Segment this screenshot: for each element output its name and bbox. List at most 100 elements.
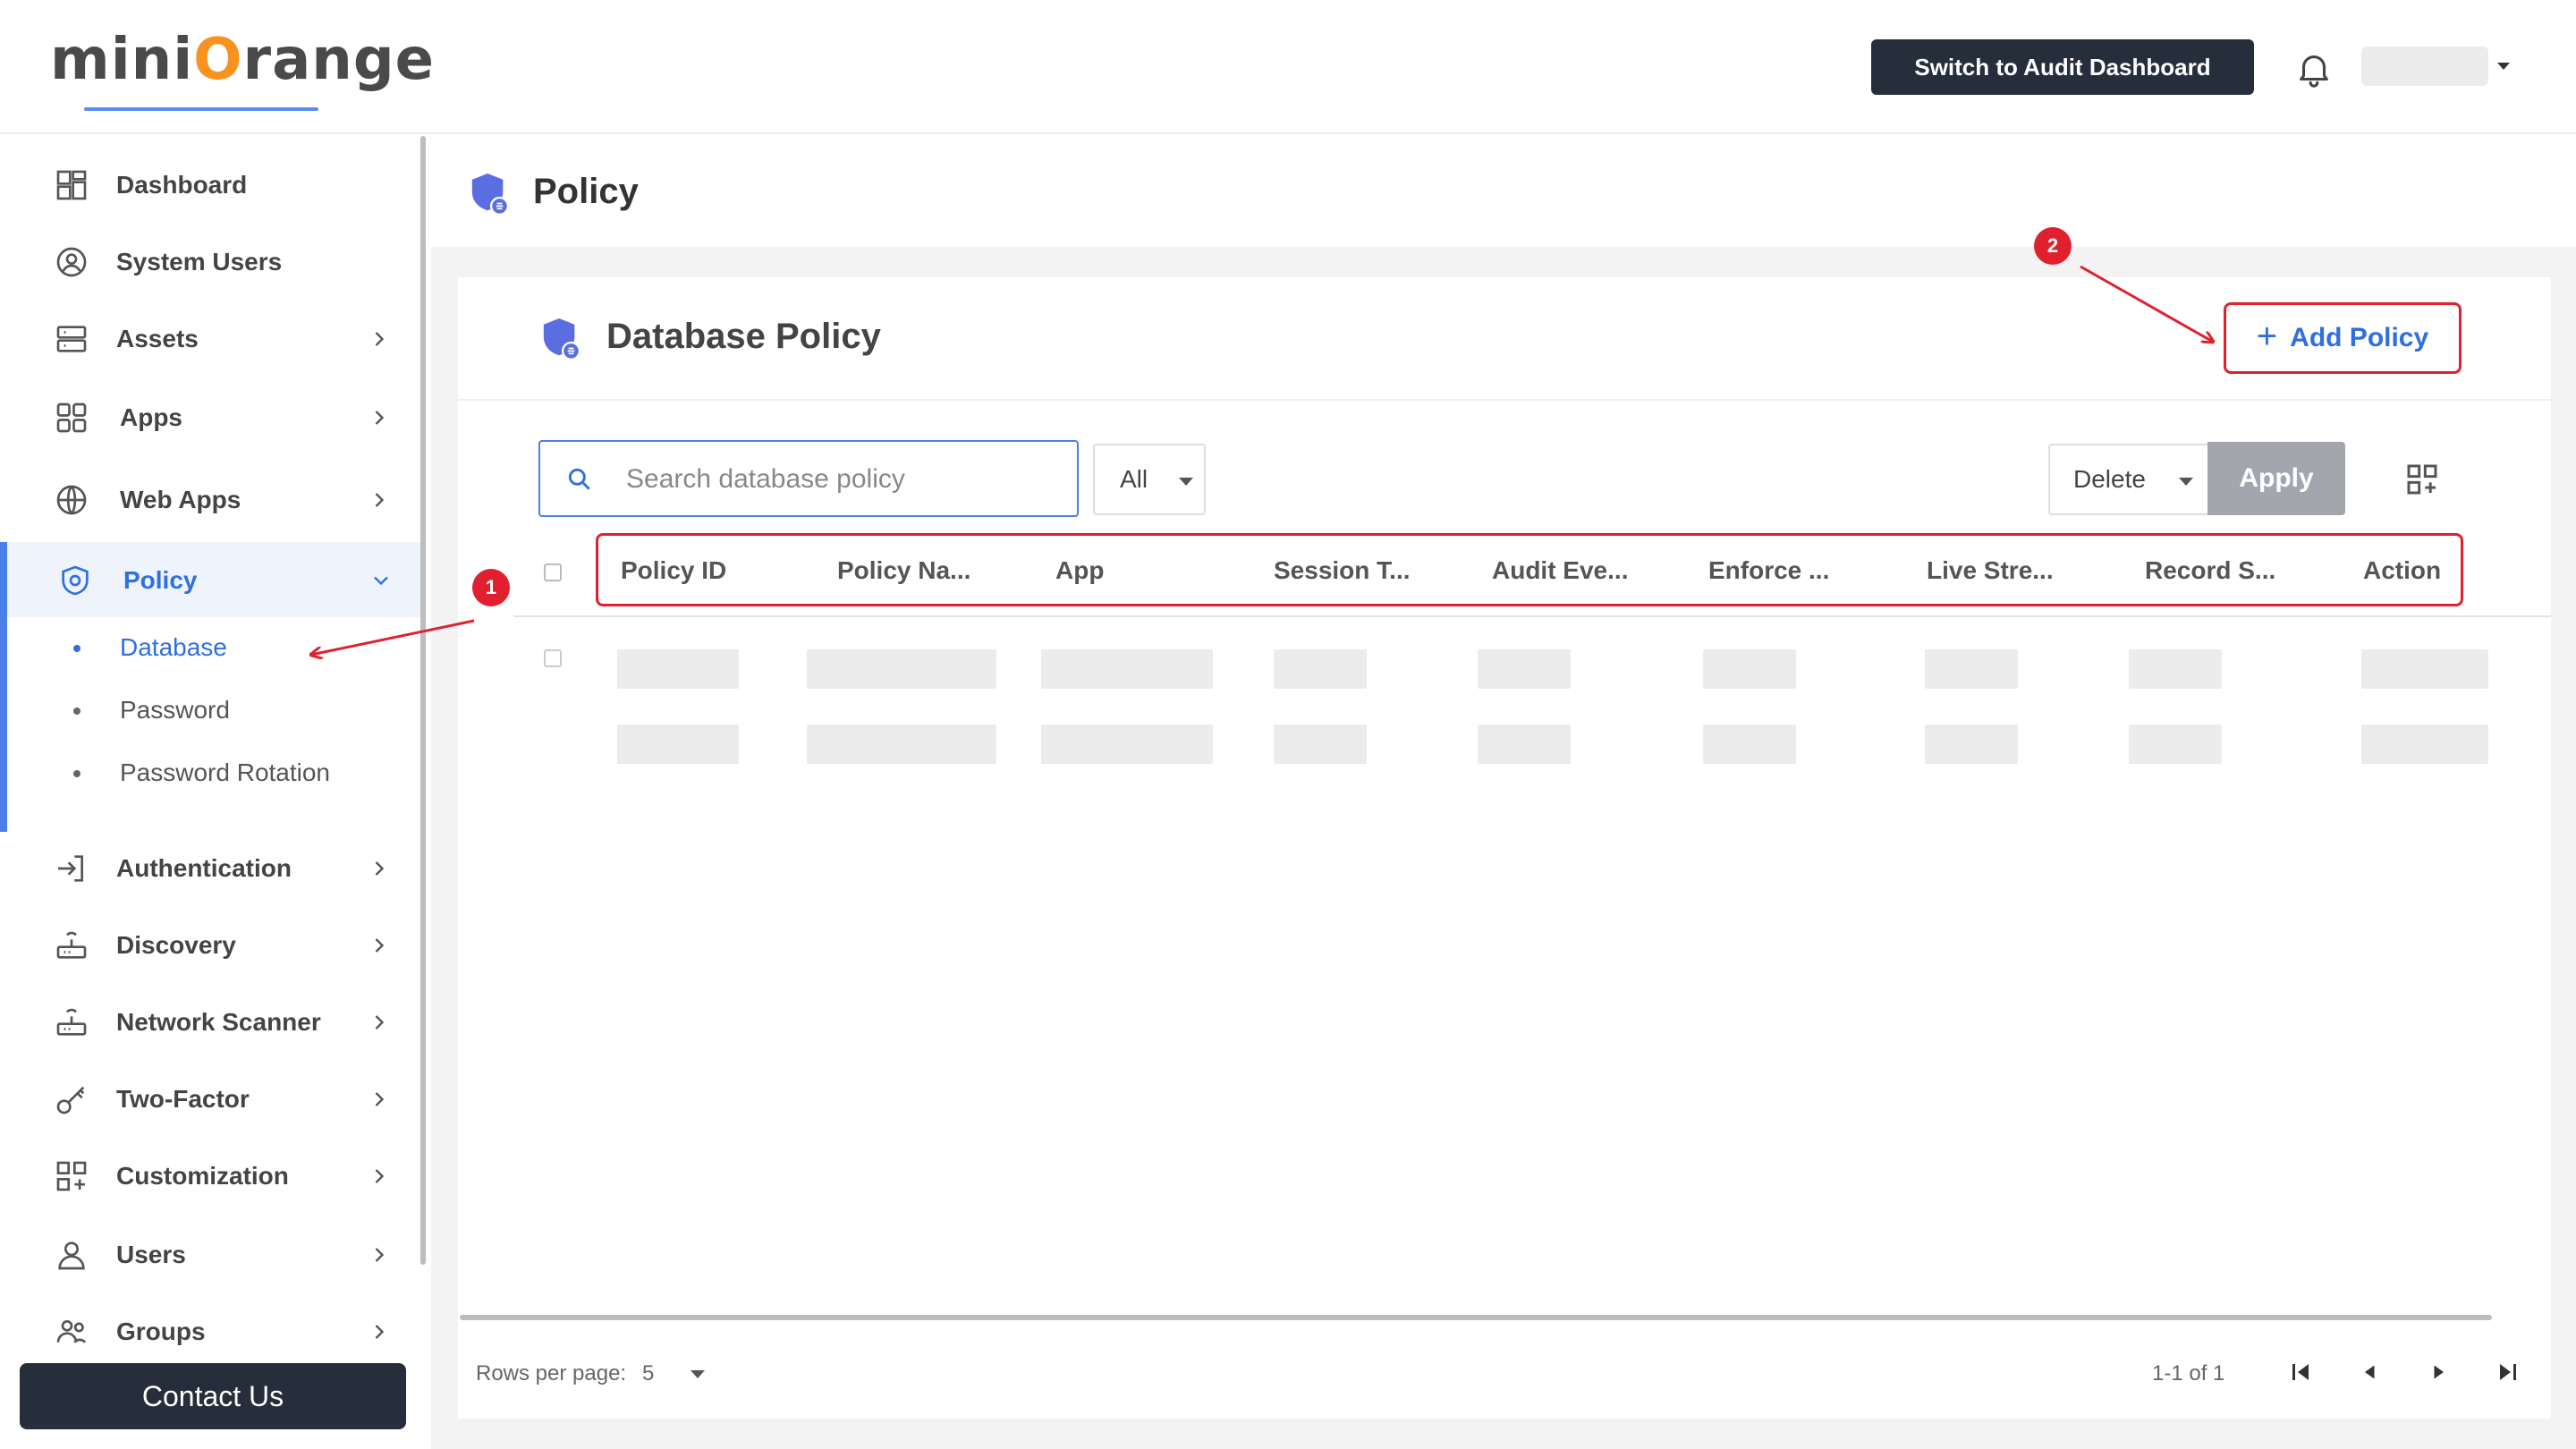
add-policy-label: Add Policy [2290, 323, 2429, 352]
contact-us-button[interactable]: Contact Us [20, 1363, 406, 1429]
redacted-cell [1274, 649, 1367, 689]
sidebar-item-label: Groups [116, 1318, 206, 1345]
redacted-cell [1478, 649, 1571, 689]
select-all-checkbox[interactable] [544, 564, 562, 581]
redacted-cell [807, 724, 996, 764]
chevron-right-icon [375, 332, 385, 346]
sidebar-item-apps[interactable]: Apps [0, 379, 420, 456]
sidebar-item-label: Users [116, 1241, 186, 1268]
card-title: Database Policy [606, 317, 881, 356]
sidebar-item-label: Dashboard [116, 171, 248, 199]
sidebar-item-network-scanner[interactable]: Network Scanner [0, 984, 420, 1061]
shield-icon [62, 565, 89, 596]
column-header-record-session[interactable]: Record S... [2145, 556, 2275, 585]
caret-down-icon [2179, 478, 2193, 486]
policy-shield-icon [471, 174, 510, 216]
bullet-dot [73, 708, 80, 715]
bulk-action-select[interactable]: Delete [2048, 444, 2207, 515]
user-icon [58, 1241, 85, 1270]
sidebar-item-policy[interactable]: Policy [0, 542, 420, 619]
sidebar-item-label: Network Scanner [116, 1008, 321, 1036]
apply-button[interactable]: Apply [2207, 442, 2345, 515]
users-group-icon [56, 1320, 87, 1343]
page-header [431, 136, 2576, 247]
redacted-cell [2129, 724, 2222, 764]
chevron-right-icon [375, 1092, 385, 1106]
card-divider [458, 399, 2551, 401]
router-icon [56, 931, 87, 959]
network-scanner-icon [56, 1008, 87, 1036]
column-header-policy-id[interactable]: Policy ID [621, 556, 726, 585]
sidebar-scrollbar[interactable] [420, 136, 426, 1265]
rows-per-page-label: Rows per page: [476, 1361, 627, 1385]
database-policy-shield-icon [543, 318, 581, 360]
brand-logo[interactable]: miniOrange [50, 27, 435, 93]
redacted-cell [617, 649, 739, 689]
sidebar-item-label: Authentication [116, 854, 292, 882]
rows-per-page-caret-icon[interactable] [691, 1370, 705, 1378]
logo-text-o: O [193, 27, 243, 93]
table-horizontal-scrollbar[interactable] [460, 1315, 2492, 1320]
redacted-cell [1703, 649, 1796, 689]
redacted-cell [807, 649, 996, 689]
sidebar-item-label: Apps [120, 403, 182, 431]
caret-down-icon [1179, 478, 1193, 486]
sidebar-subitem-label: Password [120, 696, 230, 724]
column-header-audit-events[interactable]: Audit Eve... [1492, 556, 1628, 585]
row-checkbox[interactable] [544, 649, 562, 667]
sidebar-item-web-apps[interactable]: Web Apps [0, 462, 420, 538]
table-header-divider [513, 615, 2551, 617]
last-page-icon[interactable] [2492, 1356, 2524, 1388]
first-page-icon[interactable] [2284, 1356, 2317, 1388]
sidebar-item-authentication[interactable]: Authentication [0, 830, 420, 907]
bell-icon[interactable] [2293, 48, 2334, 89]
sidebar-item-customization[interactable]: Customization [0, 1138, 420, 1215]
sidebar-subitem-label: Password Rotation [120, 758, 331, 786]
rows-per-page-select[interactable]: 5 [642, 1361, 654, 1386]
sidebar-item-assets[interactable]: Assets [0, 301, 420, 377]
chevron-right-icon [375, 861, 385, 876]
sidebar-subitem-database[interactable]: Database [0, 619, 420, 678]
sidebar-item-groups[interactable]: Groups [0, 1293, 420, 1370]
column-header-live-stream[interactable]: Live Stre... [1927, 556, 2054, 585]
logo-text-range: range [242, 27, 436, 93]
column-header-session-timeout[interactable]: Session T... [1274, 556, 1411, 585]
bullet-dot [73, 770, 80, 777]
login-icon [58, 855, 83, 882]
chevron-right-icon [375, 1248, 385, 1262]
sidebar-item-label: Customization [116, 1162, 289, 1190]
bulk-action-value: Delete [2073, 465, 2146, 493]
redacted-cell [1041, 724, 1213, 764]
redacted-cell [1703, 724, 1796, 764]
column-header-app[interactable]: App [1055, 556, 1104, 585]
sidebar-item-two-factor[interactable]: Two-Factor [0, 1061, 420, 1138]
column-header-policy-name[interactable]: Policy Na... [837, 556, 970, 585]
sidebar-item-dashboard[interactable]: Dashboard [0, 147, 420, 224]
column-settings-icon[interactable] [2404, 462, 2440, 497]
redacted-cell [1478, 724, 1571, 764]
redacted-cell [1041, 649, 1213, 689]
sidebar-item-discovery[interactable]: Discovery [0, 907, 420, 984]
sidebar-item-users[interactable]: Users [0, 1216, 420, 1293]
switch-audit-dashboard-button[interactable]: Switch to Audit Dashboard [1871, 39, 2254, 95]
pagination-range: 1-1 of 1 [2152, 1361, 2225, 1385]
user-menu-caret-icon[interactable] [2497, 63, 2510, 70]
dashboard-icon [56, 170, 87, 200]
next-page-icon[interactable] [2422, 1356, 2454, 1388]
sidebar-item-label: Discovery [116, 931, 236, 959]
chevron-right-icon [375, 1169, 385, 1183]
column-header-enforce[interactable]: Enforce ... [1708, 556, 1829, 585]
sidebar-item-label: System Users [116, 248, 283, 275]
redacted-cell [2129, 649, 2222, 689]
page-title: Policy [533, 172, 639, 211]
search-input[interactable] [626, 454, 1055, 504]
sidebar-item-system-users[interactable]: System Users [0, 224, 420, 301]
column-header-action[interactable]: Action [2363, 556, 2441, 585]
sidebar-subitem-password-rotation[interactable]: Password Rotation [0, 744, 420, 803]
add-policy-button[interactable]: + Add Policy [2224, 302, 2462, 374]
previous-page-icon[interactable] [2354, 1356, 2386, 1388]
sidebar-item-label: Assets [116, 325, 199, 352]
user-name-redacted[interactable] [2361, 47, 2488, 86]
sidebar-subitem-password[interactable]: Password [0, 682, 420, 741]
filter-select[interactable]: All [1093, 444, 1206, 515]
